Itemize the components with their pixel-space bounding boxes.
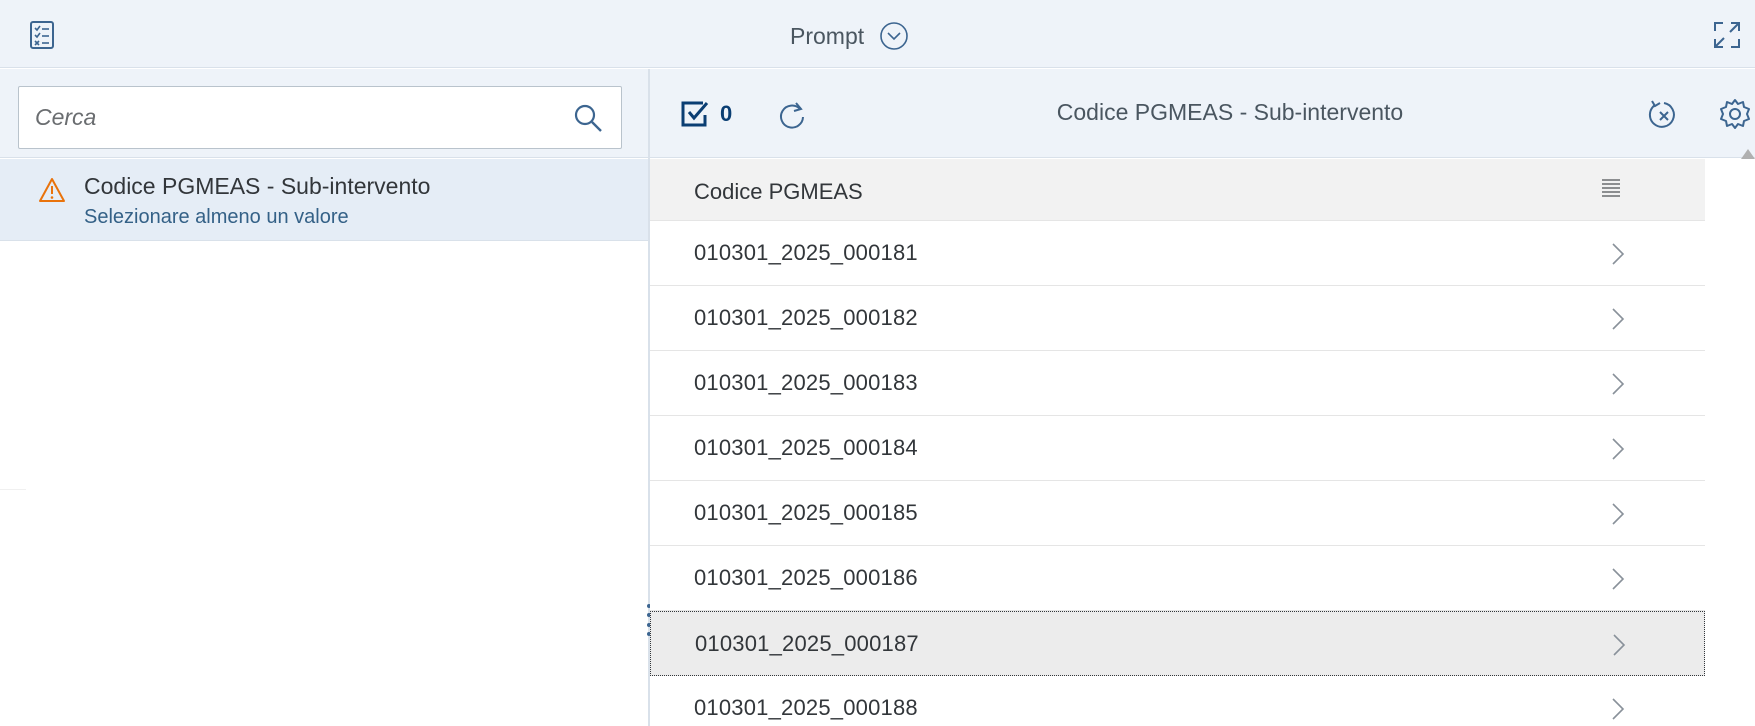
prompt-item[interactable]: Codice PGMEAS - Sub-intervento Seleziona… xyxy=(0,159,648,241)
column-header: Codice PGMEAS xyxy=(650,159,1705,221)
chevron-right-icon[interactable] xyxy=(1611,632,1627,658)
list-item[interactable]: 010301_2025_000183 xyxy=(650,351,1705,416)
prompt-list-panel: Codice PGMEAS - Sub-intervento Seleziona… xyxy=(0,69,648,726)
list-scrollbar[interactable] xyxy=(1737,149,1755,726)
prompt-item-hint: Selezionare almeno un valore xyxy=(84,206,349,228)
chevron-down-circle-icon[interactable] xyxy=(878,20,910,52)
refresh-icon[interactable] xyxy=(778,99,808,131)
list-item-label: 010301_2025_000181 xyxy=(694,240,918,265)
scroll-up-icon[interactable] xyxy=(1741,149,1755,159)
selected-count: 0 xyxy=(720,101,733,126)
list-item-label: 010301_2025_000185 xyxy=(694,500,918,525)
list-item[interactable]: 010301_2025_000184 xyxy=(650,416,1705,481)
expand-icon[interactable] xyxy=(1712,20,1742,50)
chevron-right-icon[interactable] xyxy=(1610,436,1626,462)
checklist-icon[interactable] xyxy=(28,20,56,50)
list-item-label: 010301_2025_000188 xyxy=(694,695,918,720)
warning-icon xyxy=(39,178,65,202)
list-item[interactable]: 010301_2025_000188 xyxy=(650,676,1705,726)
checkbox-checked-icon[interactable] xyxy=(680,99,710,129)
chevron-right-icon[interactable] xyxy=(1610,501,1626,527)
clear-selection-icon[interactable] xyxy=(1648,99,1680,133)
list-item[interactable]: 010301_2025_000182 xyxy=(650,286,1705,351)
list-menu-icon[interactable] xyxy=(1600,176,1622,202)
list-item-selected[interactable]: 010301_2025_000187 xyxy=(650,611,1705,676)
page-title: Prompt xyxy=(790,22,865,49)
top-bar: Prompt xyxy=(0,0,1755,68)
chevron-right-icon[interactable] xyxy=(1610,371,1626,397)
list-item[interactable]: 010301_2025_000181 xyxy=(650,221,1705,286)
list-item-label: 010301_2025_000184 xyxy=(694,435,918,460)
values-list: 010301_2025_000181 010301_2025_000182 01… xyxy=(650,221,1755,726)
values-title: Codice PGMEAS - Sub-intervento xyxy=(1056,99,1404,125)
list-item-label: 010301_2025_000186 xyxy=(694,565,918,590)
list-item[interactable]: 010301_2025_000186 xyxy=(650,546,1705,611)
gear-icon[interactable] xyxy=(1718,97,1752,131)
search-field[interactable] xyxy=(18,86,622,149)
chevron-right-icon[interactable] xyxy=(1610,566,1626,592)
search-bar xyxy=(0,69,648,158)
divider xyxy=(0,489,26,490)
list-item-label: 010301_2025_000187 xyxy=(695,631,919,656)
list-item-label: 010301_2025_000183 xyxy=(694,370,918,395)
column-header-label: Codice PGMEAS xyxy=(694,179,863,204)
list-item-label: 010301_2025_000182 xyxy=(694,305,918,330)
search-icon[interactable] xyxy=(573,103,603,133)
prompt-title[interactable]: Prompt xyxy=(790,19,910,53)
chevron-right-icon[interactable] xyxy=(1610,696,1626,722)
list-item[interactable]: 010301_2025_000185 xyxy=(650,481,1705,546)
search-input[interactable] xyxy=(35,87,575,148)
values-toolbar: 0 Codice PGMEAS - Sub-intervento xyxy=(650,69,1755,158)
chevron-right-icon[interactable] xyxy=(1610,241,1626,267)
values-panel: 0 Codice PGMEAS - Sub-intervento Codice … xyxy=(650,69,1755,726)
chevron-right-icon[interactable] xyxy=(1610,306,1626,332)
prompt-item-name: Codice PGMEAS - Sub-intervento xyxy=(84,173,431,199)
